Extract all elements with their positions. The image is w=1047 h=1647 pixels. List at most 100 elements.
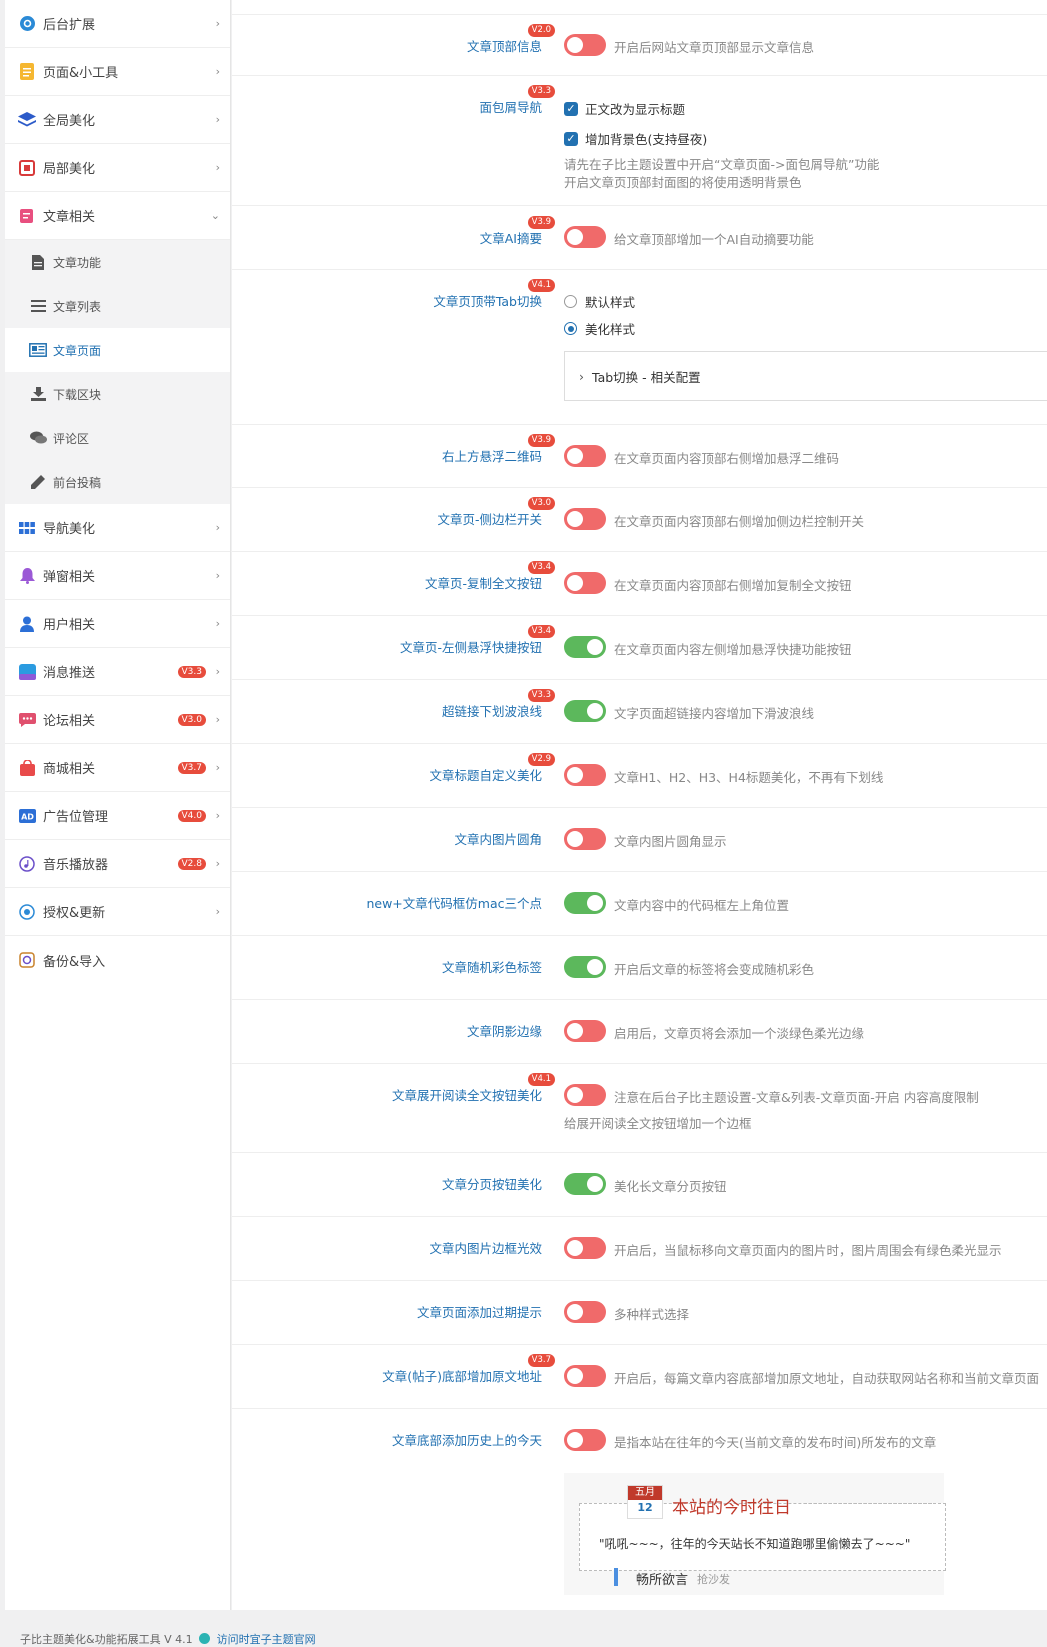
subnav-item-article-page[interactable]: 文章页面 [5, 328, 230, 372]
breadcrumb-title-checkbox[interactable]: ✓ 正文改为显示标题 [564, 99, 685, 118]
frame-icon [18, 159, 36, 177]
setting-label: 文章标题自定义美化 V2.9 [429, 753, 555, 784]
sidebar-item-global-beautify[interactable]: 全局美化 › [5, 96, 230, 144]
version-badge: V2.8 [177, 857, 206, 870]
setting-label: 文章展开阅读全文按钮美化 V4.1 [392, 1073, 555, 1104]
breadcrumb-bg-checkbox[interactable]: ✓ 增加背景色(支持昼夜) [564, 129, 707, 148]
sidebar-item-ads[interactable]: AD 广告位管理 V4.0 › [5, 792, 230, 840]
source-url-toggle[interactable] [564, 1365, 606, 1387]
sidebar-item-label: 文章相关 [43, 210, 96, 225]
footer-link[interactable]: 访问时宜子主题官网 [217, 1633, 316, 1646]
wave-link-toggle[interactable] [564, 700, 606, 722]
sidebar-item-nav-beautify[interactable]: 导航美化 › [5, 504, 230, 552]
shop-bag-icon [18, 759, 36, 777]
subnav-item-submission[interactable]: 前台投稿 [5, 460, 230, 504]
breadcrumb-note: 请先在子比主题设置中开启“文章页面->面包屑导航”功能 [564, 157, 880, 172]
tab-switch-accordion[interactable]: › Tab切换 - 相关配置 [564, 351, 1047, 401]
comment-link[interactable]: 抢沙发 [697, 1571, 730, 1587]
comment-bar [614, 1568, 618, 1586]
setting-description: 在文章页面内容顶部右侧增加侧边栏控制开关 [614, 514, 865, 529]
random-tags-toggle[interactable] [564, 956, 606, 978]
setting-row-expired: 文章页面添加过期提示 多种样式选择 [232, 1281, 1047, 1345]
img-round-toggle[interactable] [564, 828, 606, 850]
sidebar-item-user[interactable]: 用户相关 › [5, 600, 230, 648]
setting-label: 文章底部添加历史上的今天 [391, 1433, 542, 1448]
chevron-right-icon: › [215, 65, 220, 78]
grid-icon [18, 519, 36, 537]
sidebar-item-backup-import[interactable]: 备份&导入 [5, 936, 230, 984]
shadow-toggle[interactable] [564, 1020, 606, 1042]
title-divider [804, 1503, 932, 1504]
comment-name: 畅所欲言 [636, 1573, 689, 1588]
chevron-right-icon: › [215, 809, 220, 822]
sidebar-item-backend-ext[interactable]: 后台扩展 › [5, 0, 230, 48]
header-info-toggle[interactable] [564, 34, 606, 56]
setting-description: 文章内容中的代码框左上角位置 [614, 898, 790, 913]
subnav-item-download[interactable]: 下载区块 [5, 372, 230, 416]
setting-row-ai-summary: 文章AI摘要 V3.9 给文章顶部增加一个AI自动摘要功能 [232, 206, 1047, 270]
setting-label: 文章页-复制全文按钮 V3.4 [425, 561, 555, 592]
sidebar-item-message-push[interactable]: 消息推送 V3.3 › [5, 648, 230, 696]
radio-icon [564, 295, 577, 308]
sidebar-item-label: 局部美化 [43, 162, 96, 177]
setting-label: 超链接下划波浪线 V3.3 [442, 689, 555, 720]
sidebar-item-license-update[interactable]: 授权&更新 › [5, 888, 230, 936]
sidebar-item-label: 弹窗相关 [43, 570, 96, 585]
ai-summary-toggle[interactable] [564, 226, 606, 248]
setting-description: 给文章顶部增加一个AI自动摘要功能 [614, 232, 814, 247]
heading-toggle[interactable] [564, 764, 606, 786]
version-badge: V3.3 [527, 85, 555, 98]
sidebar-item-local-beautify[interactable]: 局部美化 › [5, 144, 230, 192]
tab-style-default-radio[interactable]: 默认样式 [564, 292, 635, 311]
qrcode-toggle[interactable] [564, 445, 606, 467]
copy-all-toggle[interactable] [564, 572, 606, 594]
refresh-icon [18, 903, 36, 921]
sidebar-item-article[interactable]: 文章相关 ⌄ [5, 192, 230, 240]
chevron-right-icon: › [215, 665, 220, 678]
setting-description: 开启后网站文章页顶部显示文章信息 [614, 40, 815, 55]
sidebar-item-pages-widgets[interactable]: 页面&小工具 › [5, 48, 230, 96]
read-more-toggle[interactable] [564, 1084, 606, 1106]
setting-row-heading: 文章标题自定义美化 V2.9 文章H1、H2、H3、H4标题美化，不再有下划线 [232, 744, 1047, 808]
chevron-right-icon: › [215, 521, 220, 534]
sidebar-item-label: 消息推送 [43, 666, 96, 681]
sidebar-item-popup[interactable]: 弹窗相关 › [5, 552, 230, 600]
pagination-toggle[interactable] [564, 1173, 606, 1195]
sidebar-switch-toggle[interactable] [564, 508, 606, 530]
mac-dots-toggle[interactable] [564, 892, 606, 914]
subnav-item-label: 文章列表 [53, 299, 102, 314]
sidebar-item-music[interactable]: 音乐播放器 V2.8 › [5, 840, 230, 888]
img-glow-toggle[interactable] [564, 1237, 606, 1259]
document-icon [18, 63, 36, 81]
chat-icon [18, 711, 36, 729]
subnav-item-article-list[interactable]: 文章列表 [5, 284, 230, 328]
setting-label: 文章分页按钮美化 [441, 1177, 542, 1192]
history-today-toggle[interactable] [564, 1429, 606, 1451]
chevron-right-icon: › [215, 713, 220, 726]
subnav-item-comments[interactable]: 评论区 [5, 416, 230, 460]
sidebar-item-shop[interactable]: 商城相关 V3.7 › [5, 744, 230, 792]
version-badge: V3.3 [177, 665, 206, 678]
version-badge: V2.9 [527, 753, 555, 766]
calendar-icon: 五月 12 [627, 1485, 663, 1519]
sidebar-item-label: 用户相关 [43, 618, 96, 633]
accordion-title: Tab切换 - 相关配置 [592, 369, 701, 385]
version-badge: V3.3 [527, 689, 555, 702]
gear-circle-icon [18, 15, 36, 33]
setting-label: 文章页-左侧悬浮快捷按钮 V3.4 [400, 625, 555, 656]
version-badge: V3.4 [527, 625, 555, 638]
chevron-right-icon: › [579, 368, 584, 384]
sidebar-item-forum[interactable]: 论坛相关 V3.0 › [5, 696, 230, 744]
bell-icon [18, 567, 36, 585]
tab-style-beautify-radio[interactable]: 美化样式 [564, 319, 635, 338]
check-icon: ✓ [564, 101, 578, 116]
setting-description: 注意在后台子比主题设置-文章&列表-文章页面-开启 内容高度限制 [614, 1090, 979, 1105]
subnav-item-article-function[interactable]: 文章功能 [5, 240, 230, 284]
setting-label: 文章(帖子)底部增加原文地址 V3.7 [382, 1354, 555, 1385]
expired-toggle[interactable] [564, 1301, 606, 1323]
chevron-down-icon: ⌄ [210, 209, 220, 222]
version-badge: V3.7 [527, 1354, 555, 1367]
subnav-item-label: 前台投稿 [53, 475, 102, 490]
setting-label: 文章阴影边缘 [466, 1024, 542, 1039]
left-float-toggle[interactable] [564, 636, 606, 658]
